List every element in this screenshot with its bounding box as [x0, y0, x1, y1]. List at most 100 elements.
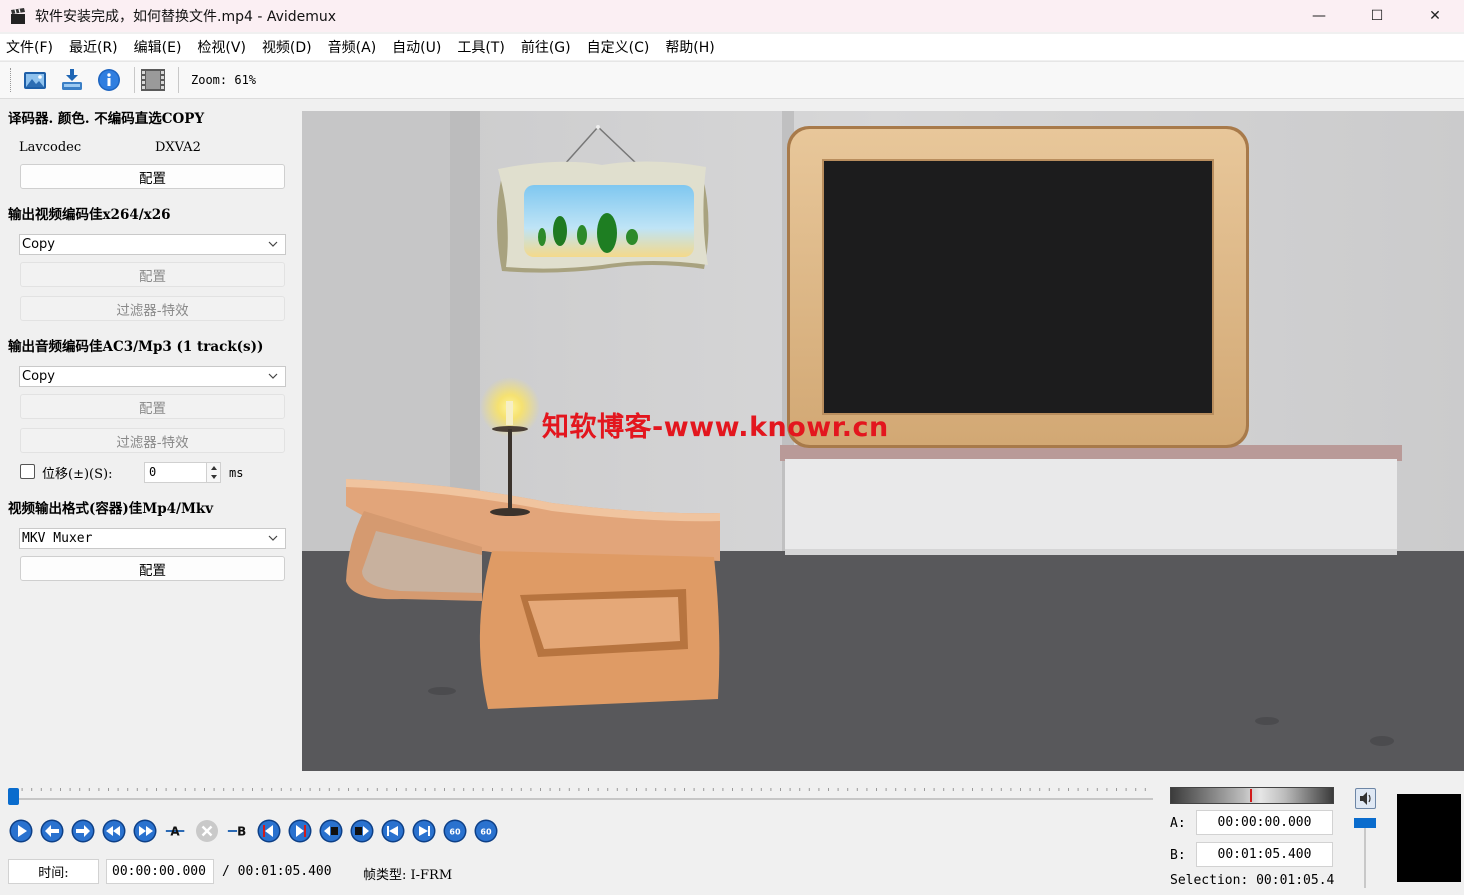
- info-button[interactable]: [95, 66, 123, 94]
- video-filters-button[interactable]: 过滤器-特效: [20, 296, 285, 321]
- menu-view[interactable]: 检视(V): [193, 37, 250, 57]
- seek-tick: [664, 788, 666, 791]
- toolbar-grip: [10, 68, 13, 92]
- open-image-icon: [24, 72, 46, 89]
- video-codec-selected: Copy: [22, 237, 55, 252]
- seek-tick: [290, 788, 292, 791]
- forward-button[interactable]: [71, 819, 95, 843]
- menu-file[interactable]: 文件(F): [2, 37, 57, 57]
- volume-handle[interactable]: [1354, 818, 1376, 828]
- minimize-button[interactable]: —: [1290, 0, 1348, 32]
- seek-slider[interactable]: [8, 788, 1153, 806]
- video-preview: 知软博客-www.knowr.cn: [302, 111, 1464, 771]
- container-config-button[interactable]: 配置: [20, 556, 285, 581]
- decoder-acceleration: DXVA2: [155, 140, 201, 155]
- seek-tick: [674, 788, 676, 791]
- shift-stepper[interactable]: 0: [144, 462, 221, 483]
- seek-tick: [1096, 788, 1098, 791]
- fast-forward-button[interactable]: [133, 819, 157, 843]
- seek-tick: [1020, 788, 1021, 791]
- set-marker-a-button[interactable]: A: [164, 819, 188, 843]
- menu-auto[interactable]: 自动(U): [388, 37, 445, 57]
- marker-b-field[interactable]: 00:01:05.400: [1196, 842, 1333, 867]
- audio-filters-button[interactable]: 过滤器-特效: [20, 428, 285, 453]
- audio-codec-select[interactable]: Copy: [19, 366, 286, 387]
- menu-custom[interactable]: 自定义(C): [583, 37, 654, 57]
- seek-tick: [933, 788, 935, 791]
- forward-icon: [71, 819, 95, 843]
- menu-recent[interactable]: 最近(R): [65, 37, 122, 57]
- settings-panel: 译码器. 颜色. 不编码直选COPY Lavcodec DXVA2 配置 输出视…: [0, 100, 302, 770]
- next-cut-button[interactable]: [288, 819, 312, 843]
- seek-tick: [991, 788, 993, 791]
- rewind-button[interactable]: [102, 819, 126, 843]
- seek-tick: [1029, 788, 1031, 791]
- zoom-level: Zoom: 61%: [191, 73, 257, 87]
- seek-tick: [760, 788, 762, 791]
- seek-tick: [280, 788, 282, 791]
- info-icon: [98, 69, 120, 91]
- maximize-button[interactable]: ☐: [1348, 0, 1406, 32]
- seek-tick: [261, 788, 263, 791]
- go-first-button[interactable]: [381, 819, 405, 843]
- decoder-section-title: 译码器. 颜色. 不编码直选COPY: [8, 111, 205, 127]
- forward-60-button[interactable]: 60: [474, 819, 498, 843]
- menu-tools[interactable]: 工具(T): [453, 37, 508, 57]
- audio-config-button[interactable]: 配置: [20, 394, 285, 419]
- menu-edit[interactable]: 编辑(E): [130, 37, 186, 57]
- video-codec-select[interactable]: Copy: [19, 234, 286, 255]
- menu-video[interactable]: 视频(D): [258, 37, 316, 57]
- seek-tick: [1125, 788, 1127, 791]
- decoder-codec: Lavcodec: [19, 140, 82, 155]
- seek-tick: [1087, 788, 1089, 791]
- title-bar: 软件安装完成，如何替换文件.mp4 - Avidemux — ☐ ✕: [0, 0, 1464, 32]
- menu-audio[interactable]: 音频(A): [324, 37, 381, 57]
- speaker-icon: [1360, 792, 1371, 805]
- menu-go[interactable]: 前往(G): [517, 37, 575, 57]
- shift-checkbox[interactable]: [20, 464, 35, 479]
- set-marker-b-button[interactable]: B: [226, 819, 250, 843]
- go-last-button[interactable]: [412, 819, 436, 843]
- close-button[interactable]: ✕: [1406, 0, 1464, 32]
- seek-tick: [712, 788, 714, 791]
- seek-tick: [895, 788, 897, 791]
- seek-handle[interactable]: [8, 788, 19, 805]
- next-black-button[interactable]: [350, 819, 374, 843]
- decoder-config-button[interactable]: 配置: [20, 164, 285, 189]
- seek-tick: [108, 788, 109, 791]
- play-button[interactable]: [9, 819, 33, 843]
- prev-cut-button[interactable]: [257, 819, 281, 843]
- seek-tick: [175, 788, 177, 791]
- seek-tick: [1000, 788, 1002, 791]
- seek-tick: [271, 788, 273, 791]
- seek-tick: [424, 788, 426, 791]
- seek-tick: [242, 788, 244, 791]
- frame-type: 帧类型: I-FRM: [363, 868, 453, 883]
- prev-cut-icon: [257, 819, 281, 843]
- back-button[interactable]: [40, 819, 64, 843]
- back-60-button[interactable]: 60: [443, 819, 467, 843]
- delete-button[interactable]: [195, 819, 219, 843]
- audio-output-section-title: 输出音频编码佳AC3/Mp3 (1 track(s)): [8, 339, 264, 355]
- prev-black-button[interactable]: [319, 819, 343, 843]
- video-config-button[interactable]: 配置: [20, 262, 285, 287]
- seek-tick: [357, 788, 359, 791]
- next-cut-icon: [288, 819, 312, 843]
- save-button[interactable]: [58, 66, 86, 94]
- shift-value: 0: [149, 465, 157, 479]
- volume-button[interactable]: [1355, 788, 1376, 809]
- marker-a-field[interactable]: 00:00:00.000: [1196, 810, 1333, 835]
- stepper-arrows[interactable]: [206, 463, 220, 482]
- film-button[interactable]: [139, 66, 167, 94]
- seek-tick: [828, 788, 829, 791]
- seek-tick: [684, 788, 685, 791]
- current-time-field[interactable]: 00:00:00.000: [106, 859, 214, 884]
- seek-tick: [885, 788, 887, 791]
- mini-preview: [1397, 794, 1461, 882]
- volume-track[interactable]: [1364, 826, 1366, 888]
- open-button[interactable]: [21, 66, 49, 94]
- container-select[interactable]: MKV Muxer: [19, 528, 286, 549]
- svg-text:A: A: [170, 825, 180, 839]
- container-selected: MKV Muxer: [22, 531, 93, 546]
- menu-help[interactable]: 帮助(H): [661, 37, 718, 57]
